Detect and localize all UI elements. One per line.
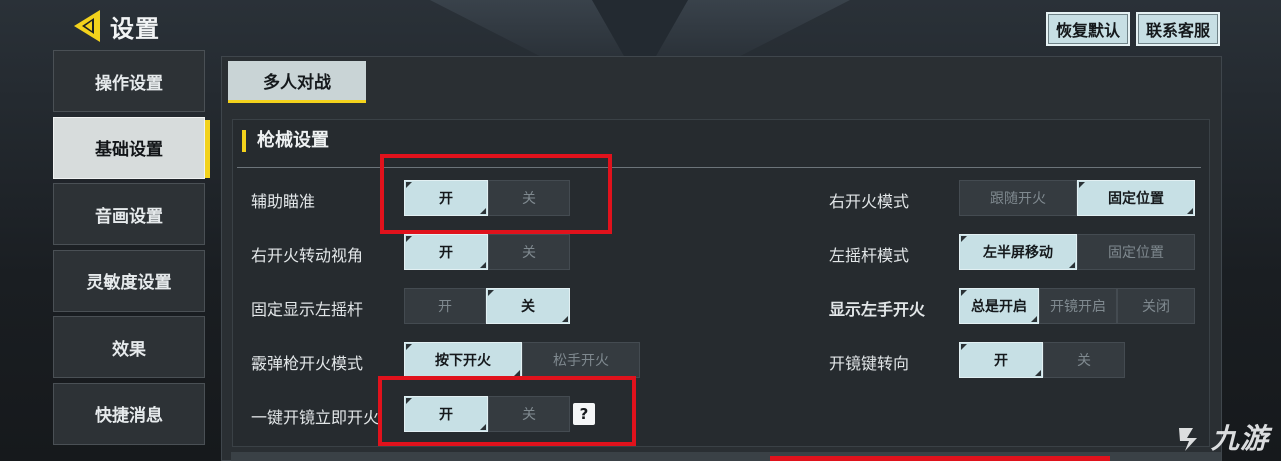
settings-panel: 多人对战 枪械设置 辅助瞄准 开 关 右开火转动视角 开 关 固定显示左摇杆 开… [221,56,1222,461]
highlight-box-scope-fire [378,376,636,446]
left-stick-half-screen[interactable]: 左半屏移动 [959,234,1077,270]
header: 设置 [70,4,160,48]
sidebar-item-sensitivity[interactable]: 灵敏度设置 [53,249,205,312]
right-fire-follow[interactable]: 跟随开火 [959,180,1077,216]
scope-turn-toggle: 开 关 [959,342,1125,378]
scope-turn-on[interactable]: 开 [959,342,1043,378]
right-fire-rotate-on[interactable]: 开 [404,234,488,270]
scope-turn-off[interactable]: 关 [1043,342,1125,378]
left-stick-mode-toggle: 左半屏移动 固定位置 [959,234,1195,270]
sidebar-item-quick-messages[interactable]: 快捷消息 [53,382,205,445]
highlight-box-aim-assist [380,154,612,234]
section-title: 枪械设置 [242,130,329,152]
left-hand-fire-always[interactable]: 总是开启 [959,288,1039,324]
right-fire-fixed[interactable]: 固定位置 [1077,180,1195,216]
sidebar-item-controls[interactable]: 操作设置 [53,50,205,112]
reset-default-button[interactable]: 恢复默认 [1045,12,1130,46]
setting-label-scope-turn: 开镜键转向 [829,354,910,373]
right-fire-rotate-off[interactable]: 关 [488,234,570,270]
right-fire-rotate-toggle: 开 关 [404,234,570,270]
watermark: 九游 [1173,417,1269,457]
contact-support-button[interactable]: 联系客服 [1135,12,1220,46]
left-hand-fire-off[interactable]: 关闭 [1117,288,1195,324]
page-title: 设置 [110,14,160,43]
setting-label-shotgun-fire-mode: 霰弹枪开火模式 [251,354,364,373]
setting-label-fixed-left-stick: 固定显示左摇杆 [251,300,364,319]
fixed-left-stick-off[interactable]: 关 [486,288,570,324]
jiuyou-logo-icon [1178,428,1197,451]
highlight-box-bottom [770,456,1110,461]
setting-label-left-hand-fire: 显示左手开火 [829,300,926,319]
setting-label-right-fire-rotate: 右开火转动视角 [251,246,364,265]
shotgun-fire-mode-toggle: 按下开火 松手开火 [404,342,640,378]
sidebar: 操作设置 基础设置 音画设置 灵敏度设置 效果 快捷消息 [53,50,210,449]
right-fire-mode-toggle: 跟随开火 固定位置 [959,180,1195,216]
left-stick-fixed[interactable]: 固定位置 [1077,234,1195,270]
left-hand-fire-toggle: 总是开启 开镜开启 关闭 [959,288,1195,324]
fixed-left-stick-on[interactable]: 开 [404,288,486,324]
setting-label-aim-assist: 辅助瞄准 [251,192,316,211]
fixed-left-stick-toggle: 开 关 [404,288,570,324]
left-hand-fire-scoped[interactable]: 开镜开启 [1039,288,1117,324]
shotgun-fire-press[interactable]: 按下开火 [404,342,522,378]
sidebar-item-effects[interactable]: 效果 [53,316,205,378]
back-arrow-icon[interactable] [70,8,104,44]
setting-label-right-fire-mode: 右开火模式 [829,192,910,211]
setting-label-scope-instant-fire: 一键开镜立即开火 [251,408,380,427]
top-actions: 恢复默认 联系客服 [1045,12,1220,46]
shotgun-fire-release[interactable]: 松手开火 [522,342,640,378]
tab-multiplayer[interactable]: 多人对战 [228,61,366,103]
watermark-text: 九游 [1210,422,1269,455]
sidebar-item-audio-video[interactable]: 音画设置 [53,183,205,245]
setting-label-left-stick-mode: 左摇杆模式 [829,246,910,265]
sidebar-item-basic[interactable]: 基础设置 [53,116,210,179]
